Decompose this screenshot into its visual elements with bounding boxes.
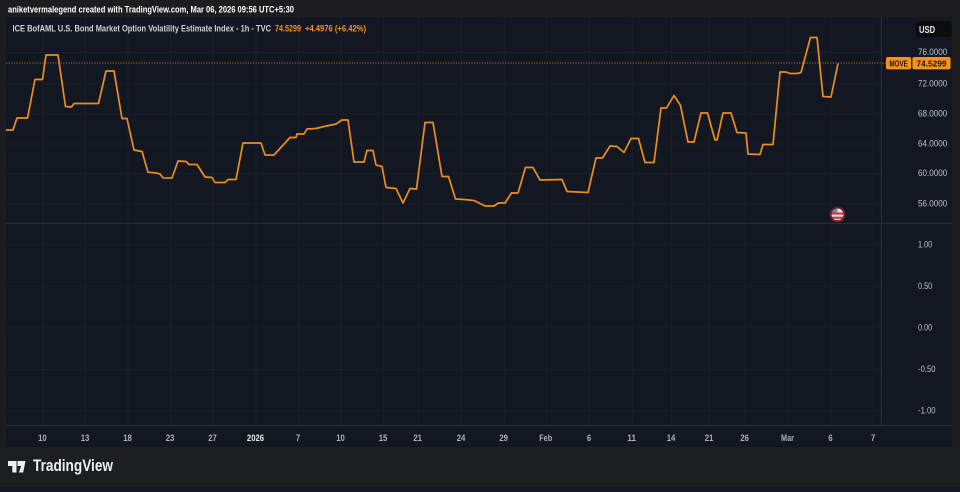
svg-text:64.0000: 64.0000: [918, 139, 947, 149]
svg-text:10: 10: [38, 433, 47, 443]
svg-text:2026: 2026: [247, 433, 264, 443]
svg-text:7: 7: [296, 433, 300, 443]
svg-text:7: 7: [871, 433, 875, 443]
svg-text:15: 15: [379, 433, 388, 443]
svg-text:14: 14: [667, 433, 676, 443]
svg-text:21: 21: [705, 433, 714, 443]
svg-text:11: 11: [627, 433, 636, 443]
svg-text:0.00: 0.00: [918, 322, 932, 332]
svg-text:6: 6: [587, 433, 591, 443]
svg-text:68.0000: 68.0000: [918, 109, 947, 119]
svg-text:56.0000: 56.0000: [918, 198, 947, 208]
svg-text:18: 18: [123, 433, 132, 443]
svg-text:24: 24: [457, 433, 466, 443]
svg-text:26: 26: [740, 433, 749, 443]
svg-text:0.50: 0.50: [918, 281, 932, 291]
svg-text:Feb: Feb: [539, 433, 552, 443]
svg-text:-1.00: -1.00: [918, 406, 936, 416]
svg-text:23: 23: [166, 433, 175, 443]
svg-text:29: 29: [499, 433, 508, 443]
svg-text:USD: USD: [919, 24, 936, 36]
svg-text:21: 21: [413, 433, 422, 443]
svg-text:Mar: Mar: [781, 433, 794, 443]
svg-text:72.0000: 72.0000: [918, 79, 947, 89]
svg-text:13: 13: [81, 433, 90, 443]
svg-text:6: 6: [828, 433, 832, 443]
svg-text:76.0000: 76.0000: [918, 47, 947, 57]
svg-text:27: 27: [208, 433, 217, 443]
svg-text:TradingView: TradingView: [33, 456, 114, 475]
svg-text:aniketvermalegend created with: aniketvermalegend created with TradingVi…: [8, 5, 294, 16]
svg-text:60.0000: 60.0000: [918, 168, 947, 178]
svg-text:MOVE: MOVE: [889, 58, 908, 68]
svg-text:10: 10: [336, 433, 345, 443]
svg-text:ICE BofAML U.S. Bond Market Op: ICE BofAML U.S. Bond Market Option Volat…: [13, 24, 367, 34]
svg-text:-0.50: -0.50: [918, 364, 936, 374]
svg-text:74.5299: 74.5299: [917, 58, 947, 68]
svg-text:1.00: 1.00: [918, 239, 932, 249]
